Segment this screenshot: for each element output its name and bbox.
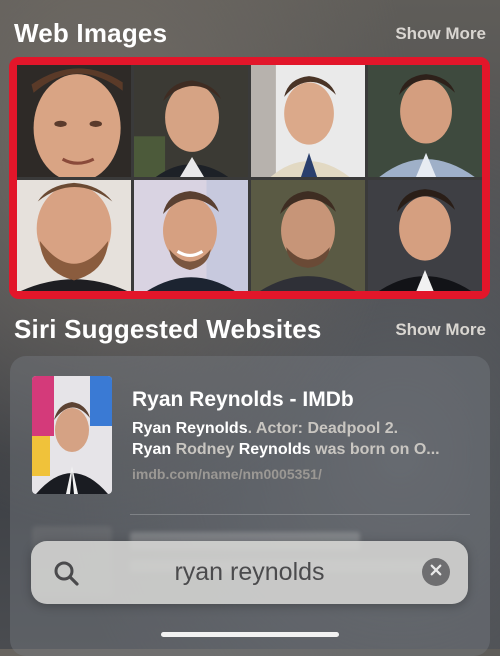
web-image-thumbnail[interactable] (251, 179, 365, 291)
search-input[interactable]: ryan reynolds (91, 541, 408, 604)
siri-websites-card: Ryan Reynolds - IMDb Ryan Reynolds. Acto… (10, 356, 490, 656)
web-image-thumbnail[interactable] (368, 65, 482, 177)
web-image-thumbnail[interactable] (134, 179, 248, 291)
web-image-thumbnail[interactable] (17, 179, 131, 291)
search-icon (53, 560, 79, 586)
web-images-show-more-button[interactable]: Show More (395, 24, 486, 44)
website-result-imdb[interactable]: Ryan Reynolds - IMDb Ryan Reynolds. Acto… (32, 376, 470, 496)
description-highlight: Reynolds (238, 441, 311, 458)
description-highlight: Ryan Reynolds (132, 420, 248, 437)
website-result-title: Ryan Reynolds - IMDb (132, 388, 354, 411)
card-divider (130, 514, 470, 515)
description-text: . Actor: Deadpool 2. (247, 420, 399, 437)
website-result-text: Ryan Reynolds - IMDb Ryan Reynolds. Acto… (132, 376, 470, 496)
website-result-url: imdb.com/name/nm0005351/ (132, 466, 322, 482)
home-indicator[interactable] (161, 632, 339, 637)
clear-search-button[interactable] (422, 558, 450, 586)
web-images-grid-highlight (9, 57, 490, 299)
web-image-thumbnail[interactable] (17, 65, 131, 177)
description-highlight: Ryan (132, 441, 172, 458)
web-images-grid (17, 65, 482, 291)
siri-websites-show-more-button[interactable]: Show More (395, 320, 486, 340)
website-result-thumbnail (32, 376, 112, 494)
web-image-thumbnail[interactable] (134, 65, 248, 177)
website-result-description: Ryan Reynolds. Actor: Deadpool 2. Ryan Ro… (132, 418, 470, 460)
siri-websites-title: Siri Suggested Websites (14, 314, 322, 344)
description-text: Rodney (171, 441, 239, 458)
search-bar: ryan reynolds (31, 541, 468, 604)
web-images-header: Web Images Show More (14, 18, 486, 49)
web-image-thumbnail[interactable] (251, 65, 365, 177)
description-text: was born on O... (310, 441, 440, 458)
web-images-title: Web Images (14, 18, 168, 48)
siri-websites-header: Siri Suggested Websites Show More (14, 314, 486, 345)
clear-icon (430, 563, 442, 581)
web-image-thumbnail[interactable] (368, 179, 482, 291)
